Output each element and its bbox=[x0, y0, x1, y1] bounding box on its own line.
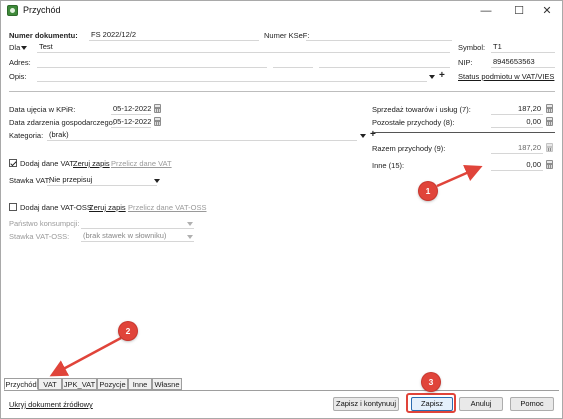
tab-inne[interactable]: Inne bbox=[128, 378, 152, 390]
vat-oss-rate-dropdown-icon[interactable] bbox=[187, 235, 193, 239]
event-date-label: Data zdarzenia gospodarczego: bbox=[9, 118, 115, 127]
vat-rate-label: Stawka VAT: bbox=[9, 176, 51, 185]
tab-vat[interactable]: VAT bbox=[38, 378, 62, 390]
vat-status-link[interactable]: Status podmiotu w VAT/VIES bbox=[458, 72, 554, 81]
vat-rate-dropdown-icon[interactable] bbox=[154, 179, 160, 183]
annotation-badge-2: 2 bbox=[119, 322, 137, 340]
vat-oss-rate-field[interactable]: (brak stawek w słowniku) bbox=[81, 231, 194, 242]
contractor-field[interactable]: Test bbox=[37, 42, 450, 53]
total-label: Razem przychody (9): bbox=[372, 144, 446, 153]
vat-oss-clear-link[interactable]: Zeruj zapis bbox=[89, 203, 126, 212]
description-field[interactable] bbox=[37, 71, 427, 82]
window-title: Przychód bbox=[23, 5, 61, 15]
kpir-calendar-icon[interactable] bbox=[154, 104, 161, 113]
save-highlight-box bbox=[406, 393, 456, 413]
consumption-country-dropdown-icon[interactable] bbox=[187, 222, 193, 226]
cancel-button[interactable]: Anuluj bbox=[459, 397, 503, 411]
address-field[interactable] bbox=[37, 57, 267, 68]
annotation-badge-3: 3 bbox=[422, 373, 440, 391]
tab-wlasne[interactable]: Własne bbox=[152, 378, 182, 390]
kpir-date-field[interactable]: 05-12-2022 bbox=[111, 104, 151, 115]
vat-oss-recalc-link[interactable]: Przelicz dane VAT-OSS bbox=[128, 203, 207, 212]
total-value: 187,20 bbox=[491, 143, 543, 154]
other-income-value[interactable]: 0,00 bbox=[491, 117, 543, 128]
symbol-label: Symbol: bbox=[458, 43, 486, 52]
tab-jpk-vat[interactable]: JPK_VAT bbox=[62, 378, 97, 390]
minimize-button[interactable]: — bbox=[471, 1, 501, 21]
consumption-country-field[interactable] bbox=[81, 218, 194, 229]
help-button[interactable]: Pomoc bbox=[510, 397, 554, 411]
sales-calculator-icon[interactable] bbox=[546, 104, 553, 113]
vat-recalc-link[interactable]: Przelicz dane VAT bbox=[111, 159, 172, 168]
save-and-continue-button[interactable]: Zapisz i kontynuuj bbox=[333, 397, 399, 411]
tab-przychod[interactable]: Przychód bbox=[4, 378, 38, 390]
tab-pozycje[interactable]: Pozycje bbox=[97, 378, 128, 390]
divider bbox=[9, 91, 555, 92]
vat-oss-rate-label: Stawka VAT-OSS: bbox=[9, 232, 70, 241]
for-dropdown-icon[interactable] bbox=[21, 46, 27, 50]
address-label: Adres: bbox=[9, 58, 31, 67]
event-date-field[interactable]: 05-12-2022 bbox=[111, 117, 151, 128]
total-calculator-icon bbox=[546, 143, 553, 152]
sales-value[interactable]: 187,20 bbox=[491, 104, 543, 115]
nip-field[interactable]: 8945653563 bbox=[491, 57, 555, 68]
doc-number-label: Numer dokumentu: bbox=[9, 31, 78, 40]
other-calculator-icon[interactable] bbox=[546, 160, 553, 169]
category-label: Kategoria: bbox=[9, 131, 44, 140]
other-value[interactable]: 0,00 bbox=[491, 160, 543, 171]
dialog-window: Przychód — ☐ ✕ Numer dokumentu: FS 2022/… bbox=[0, 0, 563, 419]
add-vat-oss-label[interactable]: Dodaj dane VAT-OSS bbox=[20, 203, 92, 212]
other-income-label: Pozostałe przychody (8): bbox=[372, 118, 455, 127]
vat-rate-field[interactable]: Nie przepisuj bbox=[47, 175, 157, 186]
event-calendar-icon[interactable] bbox=[154, 117, 161, 126]
for-label[interactable]: Dla bbox=[9, 43, 20, 52]
add-description-icon[interactable]: + bbox=[439, 71, 445, 81]
annotation-badge-1: 1 bbox=[419, 182, 437, 200]
tabs-baseline bbox=[4, 390, 559, 391]
maximize-button[interactable]: ☐ bbox=[504, 1, 534, 21]
description-dropdown-icon[interactable] bbox=[429, 75, 435, 79]
city-field[interactable] bbox=[319, 57, 450, 68]
sum-divider bbox=[372, 132, 555, 133]
add-vat-label[interactable]: Dodaj dane VAT bbox=[20, 159, 74, 168]
category-field[interactable]: (brak) bbox=[47, 130, 357, 141]
nip-label: NIP: bbox=[458, 58, 473, 67]
kpir-date-label: Data ujęcia w KPiR: bbox=[9, 105, 76, 114]
symbol-field[interactable]: T1 bbox=[491, 42, 555, 53]
close-button[interactable]: ✕ bbox=[532, 1, 562, 21]
hide-source-document-link[interactable]: Ukryj dokument źródłowy bbox=[9, 400, 93, 409]
other-income-calculator-icon[interactable] bbox=[546, 117, 553, 126]
add-vat-checkbox[interactable] bbox=[9, 159, 17, 167]
add-vat-oss-checkbox[interactable] bbox=[9, 203, 17, 211]
consumption-country-label: Państwo konsumpcji: bbox=[9, 219, 80, 228]
category-dropdown-icon[interactable] bbox=[360, 134, 366, 138]
ksef-field[interactable] bbox=[306, 30, 452, 41]
other-label: Inne (15): bbox=[372, 161, 405, 170]
title-bar: Przychód — ☐ ✕ bbox=[1, 1, 562, 21]
description-label: Opis: bbox=[9, 72, 27, 81]
ksef-label: Numer KSeF: bbox=[264, 31, 310, 40]
vat-clear-link[interactable]: Zeruj zapis bbox=[73, 159, 110, 168]
doc-number-field[interactable]: FS 2022/12/2 bbox=[89, 30, 259, 41]
postal-code-field[interactable] bbox=[273, 57, 313, 68]
app-icon bbox=[7, 5, 18, 16]
sales-label: Sprzedaż towarów i usług (7): bbox=[372, 105, 471, 114]
